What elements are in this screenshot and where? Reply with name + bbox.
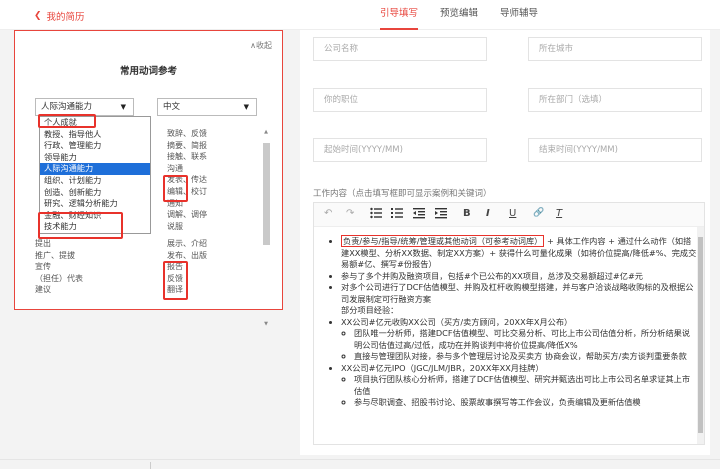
content-bullet: 负责/参与/指导/统筹/管理或其他动词（可参考动词库） + 具体工作内容 + 通… xyxy=(341,235,698,271)
editor-content[interactable]: 负责/参与/指导/统筹/管理或其他动词（可参考动词库） + 具体工作内容 + 通… xyxy=(328,235,698,409)
verb-item[interactable]: 建议 xyxy=(35,284,83,296)
divider xyxy=(150,462,151,469)
category-select[interactable]: 人际沟通能力 ▼ xyxy=(35,98,134,116)
dropdown-option[interactable]: 行政、管理能力 xyxy=(40,140,150,152)
tab-bar: 引导填写 预览编辑 导师辅导 xyxy=(380,0,538,30)
dropdown-option[interactable]: 金融、财经知识 xyxy=(40,210,150,222)
italic-icon[interactable]: I xyxy=(486,208,490,219)
verb-list: 致辞、反馈 摘要、简报 接触、联系 沟通 发表、传达 编辑、校订 通知 调解、调… xyxy=(167,128,207,232)
verb-item[interactable]: 编辑、校订 xyxy=(167,186,207,198)
scroll-down-icon[interactable]: ▼ xyxy=(262,321,270,327)
highlighted-verbs: 负责/参与/指导/统筹/管理或其他动词（可参考动词库） xyxy=(341,235,545,247)
rich-text-editor[interactable]: ↶ ↷ B I U 🔗 T 负责/参与/指导/统筹/管理或其他动词（可参考动词库… xyxy=(313,202,705,445)
verb-item[interactable]: 推广、提拔 xyxy=(35,250,83,262)
chevron-left-icon: ❮ xyxy=(34,11,42,21)
content-bullet: 对多个公司进行了DCF估值模型、并购及杠杆收购模型搭建，并与客户洽谈战略收购标的… xyxy=(341,282,698,305)
category-select-value: 人际沟通能力 xyxy=(41,102,93,112)
caret-down-icon: ▼ xyxy=(243,103,249,111)
project-item: XX公司#亿元IPO（JGC/JLM/JBR，20XX年XX月挂牌） 项目执行团… xyxy=(341,363,698,409)
back-label: 我的简历 xyxy=(46,12,85,23)
dropdown-option[interactable]: 技术能力 xyxy=(40,221,150,233)
project-title: XX公司#亿元收购XX公司（买方/卖方顾问，20XX年X月公布） xyxy=(341,316,573,327)
language-select[interactable]: 中文 ▼ xyxy=(157,98,257,116)
editor-toolbar: ↶ ↷ B I U 🔗 T xyxy=(314,203,704,227)
tab-mentor[interactable]: 导师辅导 xyxy=(500,0,538,30)
redo-icon[interactable]: ↷ xyxy=(346,208,354,219)
verb-list: 展示、介绍 发布、出版 报告 反馈 翻译 xyxy=(167,238,207,296)
numbered-list-icon[interactable] xyxy=(391,207,403,222)
dropdown-option[interactable]: 领导能力 xyxy=(40,152,150,164)
back-link[interactable]: ❮ 我的简历 xyxy=(34,9,85,23)
verb-item[interactable]: 反馈 xyxy=(167,273,207,285)
project-detail: 团队唯一分析师，搭建DCF估值模型、可比交易分析、可比上市公司估值分析，所分析结… xyxy=(354,328,698,351)
city-input[interactable]: 所在城市 xyxy=(528,37,702,61)
clear-format-icon[interactable]: T xyxy=(556,208,562,219)
work-content-label: 工作内容（点击填写框即可显示案例和关键词） xyxy=(313,189,492,199)
language-select-value: 中文 xyxy=(163,102,181,112)
indent-icon[interactable] xyxy=(435,207,447,222)
start-date-input[interactable]: 起始时间(YYYY/MM) xyxy=(313,138,487,162)
editor-scroll-thumb[interactable] xyxy=(698,237,703,433)
caret-down-icon: ▼ xyxy=(120,103,126,111)
department-input[interactable]: 所在部门（选填） xyxy=(528,88,702,112)
end-date-input[interactable]: 结束时间(YYYY/MM) xyxy=(528,138,702,162)
editor-scrollbar[interactable] xyxy=(697,227,704,444)
bottom-bar xyxy=(0,459,720,469)
verb-item[interactable]: 发表、传达 xyxy=(167,174,207,186)
top-bar: ❮ 我的简历 引导填写 预览编辑 导师辅导 xyxy=(0,0,720,30)
verb-item[interactable]: 调解、调停 xyxy=(167,209,207,221)
verb-item[interactable]: 通知 xyxy=(167,198,207,210)
outdent-icon[interactable] xyxy=(413,207,425,222)
content-bullet: 参与了多个并购及融资项目，包括#个已公布的XX项目，总涉及交易额超过#亿#元 xyxy=(341,271,698,283)
collapse-button[interactable]: ∧收起 xyxy=(250,40,272,51)
tab-guided-fill[interactable]: 引导填写 xyxy=(380,0,419,30)
position-input[interactable]: 你的职位 xyxy=(313,88,487,112)
bullet-list-icon[interactable] xyxy=(370,207,382,222)
category-dropdown: 个人成就 教授、指导他人 行政、管理能力 领导能力 人际沟通能力 组织、计划能力… xyxy=(39,116,151,234)
scroll-thumb[interactable] xyxy=(263,143,270,245)
project-item: XX公司#亿元收购XX公司（买方/卖方顾问，20XX年X月公布） 团队唯一分析师… xyxy=(341,317,698,363)
link-icon[interactable]: 🔗 xyxy=(533,208,544,218)
verb-item[interactable]: 报告 xyxy=(167,261,207,273)
dropdown-option[interactable]: 个人成就 xyxy=(40,117,150,129)
project-title: XX公司#亿元IPO（JGC/JLM/JBR，20XX年XX月挂牌） xyxy=(341,362,544,373)
verb-item[interactable]: 说服 xyxy=(167,221,207,233)
panel-scrollbar[interactable]: ▲ ▼ xyxy=(262,129,270,329)
dropdown-option[interactable]: 创造、创新能力 xyxy=(40,187,150,199)
underline-icon[interactable]: U xyxy=(509,208,516,219)
verb-item[interactable]: 致辞、反馈 xyxy=(167,128,207,140)
dropdown-option[interactable]: 教授、指导他人 xyxy=(40,129,150,141)
verb-list: 提出 推广、提拔 宣传 （担任）代表 建议 xyxy=(35,238,83,296)
verb-reference-panel: ∧收起 常用动词参考 人际沟通能力 ▼ 中文 ▼ 致辞、反馈 摘要、简报 接触、… xyxy=(14,30,283,327)
dropdown-option-selected[interactable]: 人际沟通能力 xyxy=(40,163,150,175)
verb-item[interactable]: 接触、联系 xyxy=(167,151,207,163)
verb-item[interactable]: 提出 xyxy=(35,238,83,250)
tab-preview-edit[interactable]: 预览编辑 xyxy=(440,0,478,30)
verb-item[interactable]: 摘要、简报 xyxy=(167,140,207,152)
dropdown-option[interactable]: 组织、计划能力 xyxy=(40,175,150,187)
project-detail: 项目执行团队核心分析师，搭建了DCF估值模型、研究并甄选出可比上市公司名单求证其… xyxy=(354,374,698,397)
verb-item[interactable]: 宣传 xyxy=(35,261,83,273)
project-detail: 直接与管理团队对接，参与多个管理层讨论及买卖方 协商会议，帮助买方/卖方谈判重要… xyxy=(354,351,698,363)
panel-title: 常用动词参考 xyxy=(119,66,177,77)
scroll-up-icon[interactable]: ▲ xyxy=(262,129,270,135)
project-detail: 参与尽职调查、招股书讨论、股票故事撰写等工作会议，负责编辑及更新估值模 xyxy=(354,397,698,409)
verb-item[interactable]: 发布、出版 xyxy=(167,250,207,262)
verb-item[interactable]: 翻译 xyxy=(167,284,207,296)
verb-item[interactable]: 展示、介绍 xyxy=(167,238,207,250)
verb-item[interactable]: （担任）代表 xyxy=(35,273,83,285)
dropdown-option[interactable]: 研究、逻辑分析能力 xyxy=(40,198,150,210)
company-input[interactable]: 公司名称 xyxy=(313,37,487,61)
section-heading: 部分项目经验： xyxy=(341,305,399,315)
experience-form: 公司名称 所在城市 你的职位 所在部门（选填） 起始时间(YYYY/MM) 结束… xyxy=(300,30,710,455)
bold-icon[interactable]: B xyxy=(463,208,471,219)
verb-item[interactable]: 沟通 xyxy=(167,163,207,175)
undo-icon[interactable]: ↶ xyxy=(324,208,332,219)
